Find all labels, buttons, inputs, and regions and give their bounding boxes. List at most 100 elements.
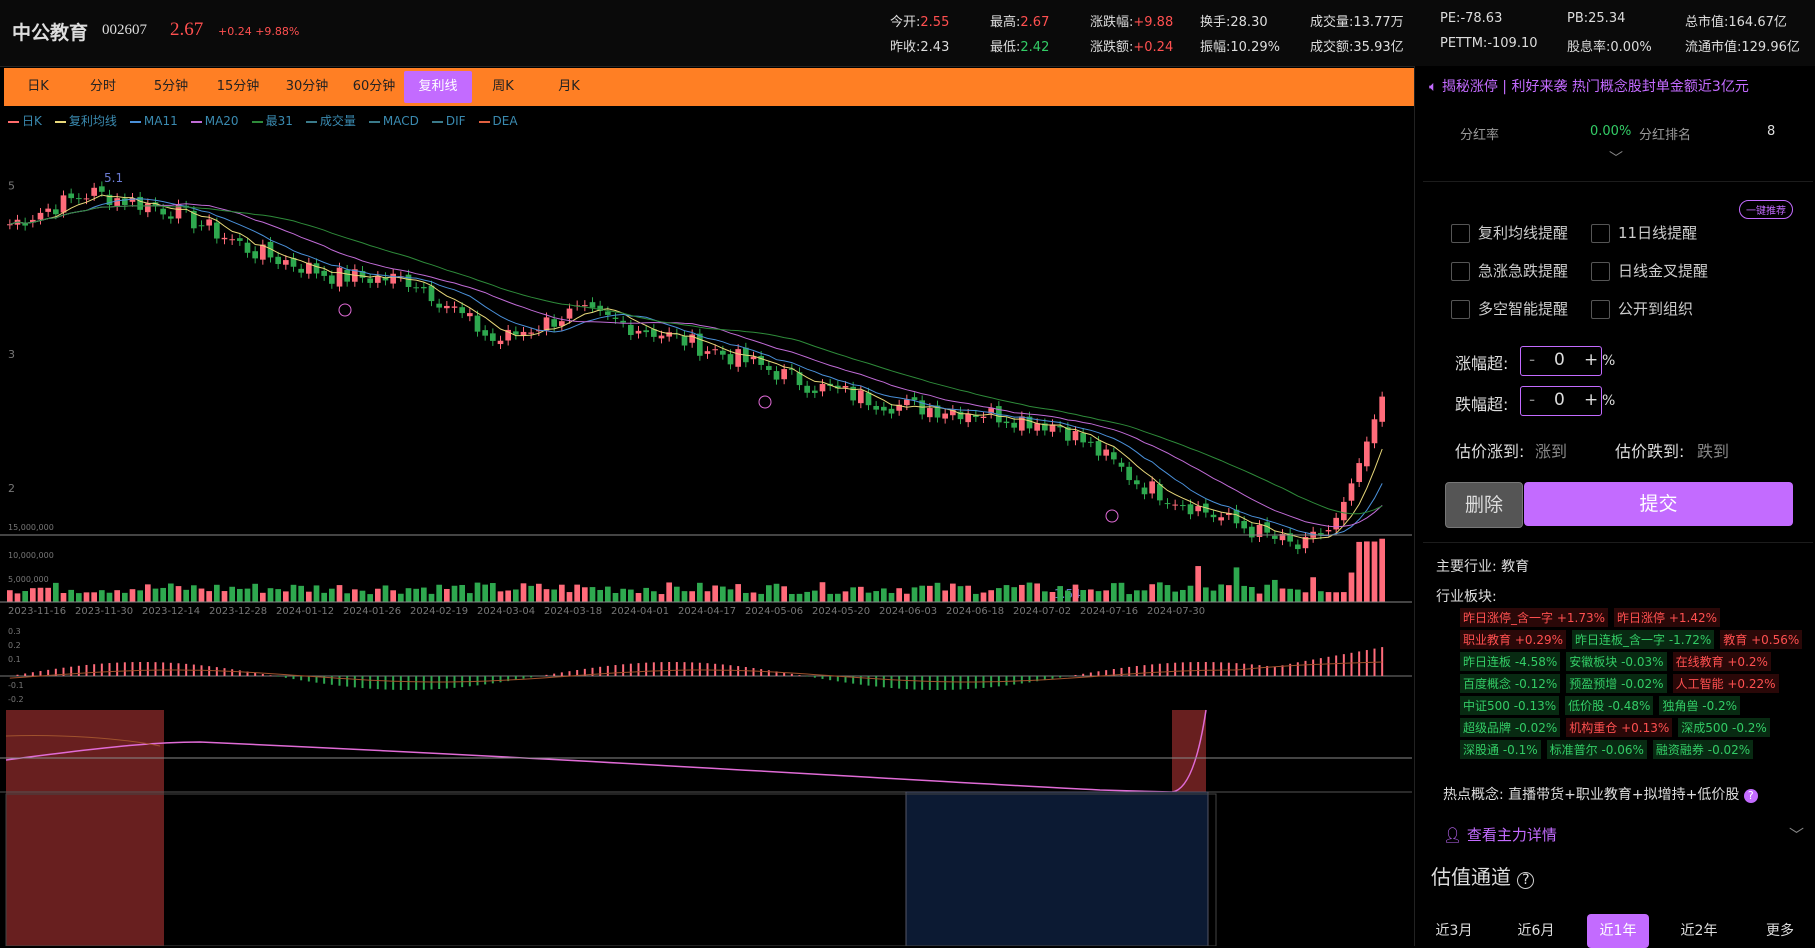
chevron-down-icon[interactable]: ﹀ <box>1609 148 1623 168</box>
plus-icon[interactable]: + <box>1584 390 1598 410</box>
delete-button[interactable]: 删除 <box>1445 482 1523 528</box>
legend-item[interactable]: 成交量 <box>305 112 356 129</box>
sector-chip[interactable]: 昨日连板_含一字 -1.72% <box>1572 630 1715 649</box>
sector-chip[interactable]: 超级品牌 -0.02% <box>1460 718 1561 737</box>
chevron-down-icon[interactable]: ﹀ <box>1789 824 1804 845</box>
sector-chip[interactable]: 昨日涨停 +1.42% <box>1614 608 1720 627</box>
sector-chip[interactable]: 预盈预增 -0.02% <box>1566 674 1667 693</box>
candle-body <box>858 390 864 404</box>
fall-over-stepper[interactable]: - 0 + <box>1520 386 1602 416</box>
period-4[interactable]: 更多 <box>1749 914 1811 948</box>
tab-3[interactable]: 15分钟 <box>206 68 270 106</box>
submit-button[interactable]: 提交 <box>1524 482 1793 526</box>
sector-chip[interactable]: 安徽板块 -0.03% <box>1566 652 1667 671</box>
volume-bar <box>137 590 143 602</box>
tab-4[interactable]: 30分钟 <box>276 68 338 106</box>
volume-bar <box>819 582 826 602</box>
sector-chip[interactable]: 在线教育 +0.2% <box>1672 652 1771 671</box>
main-force-link[interactable]: 👤︎ 查看主力详情 <box>1443 824 1557 845</box>
tab-2[interactable]: 5分钟 <box>142 68 200 106</box>
sector-chip[interactable]: 人工智能 +0.22% <box>1672 674 1779 693</box>
tab-6[interactable]: 复利线 <box>404 71 472 103</box>
volume-bar <box>175 586 182 602</box>
macd-tick-label: 0.1 <box>8 655 21 664</box>
volume-bar <box>781 586 787 602</box>
tab-8[interactable]: 月K <box>540 68 598 106</box>
news-notice[interactable]: 🔈︎ 揭秘涨停 | 利好来袭 热门概念股封单金额近3亿元 <box>1429 76 1749 96</box>
metric-label: 涨跌额: <box>1090 40 1134 55</box>
sector-chip[interactable]: 昨日涨停_含一字 +1.73% <box>1460 608 1608 627</box>
candle-body <box>206 219 212 226</box>
legend-item[interactable]: MA20 <box>190 114 239 128</box>
legend-item[interactable]: DIF <box>431 114 466 128</box>
signal-marker <box>1105 509 1119 523</box>
sector-chip[interactable]: 教育 +0.56% <box>1720 630 1803 649</box>
period-tabbar: 日K 分时 5分钟 15分钟 30分钟 60分钟 复利线 周K 月K <box>4 68 1414 106</box>
volume-bar <box>1333 592 1339 602</box>
sector-chip[interactable]: 深股通 -0.1% <box>1460 740 1541 759</box>
legend-item[interactable]: 复利均线 <box>54 112 117 129</box>
candle-body <box>612 317 619 319</box>
sector-chip[interactable]: 深成500 -0.2% <box>1678 718 1770 737</box>
kline-chart[interactable]: 5325.11.5415,000,00010,000,0005,000,0002… <box>0 130 1412 946</box>
help-icon[interactable]: ? <box>1517 872 1535 889</box>
candle-body <box>1333 517 1339 530</box>
legend-swatch <box>251 120 263 123</box>
checkbox-smart-alert[interactable]: 多空智能提醒 <box>1451 298 1568 319</box>
metric-value: 2.67 <box>1020 15 1050 30</box>
est-fall-input[interactable]: 跌到 <box>1697 438 1729 462</box>
period-3[interactable]: 近2年 <box>1668 914 1730 948</box>
tab-5[interactable]: 60分钟 <box>344 68 404 106</box>
sector-chip[interactable]: 职业教育 +0.29% <box>1460 630 1566 649</box>
checkbox-ma11[interactable]: 11日线提醒 <box>1591 222 1697 243</box>
chart-legend: 日K 复利均线 MA11 MA20 最31 成交量 MACD DIF DEA <box>8 112 531 128</box>
est-rise-input[interactable]: 涨到 <box>1535 438 1567 462</box>
sector-chip[interactable]: 昨日连板 -4.58% <box>1460 652 1561 671</box>
rise-over-stepper[interactable]: - 0 + <box>1520 346 1602 376</box>
period-0[interactable]: 近3月 <box>1423 914 1485 948</box>
checkbox-surge-plunge[interactable]: 急涨急跌提醒 <box>1451 260 1568 281</box>
tab-0[interactable]: 日K <box>10 68 66 106</box>
candle-body <box>781 369 787 380</box>
sector-chip[interactable]: 机构重仓 +0.13% <box>1566 718 1673 737</box>
volume-bar <box>1356 541 1362 602</box>
volume-bar <box>766 585 772 602</box>
legend-item[interactable]: 最31 <box>251 112 293 129</box>
tab-7[interactable]: 周K <box>474 68 532 106</box>
metric-item: 换手:28.30 <box>1200 11 1268 30</box>
checkbox-golden-cross[interactable]: 日线金叉提醒 <box>1591 260 1708 281</box>
notice-text: 揭秘涨停 | 利好来袭 热门概念股封单金额近3亿元 <box>1441 79 1749 95</box>
period-1[interactable]: 近6月 <box>1505 914 1567 948</box>
volume-bar <box>467 593 473 602</box>
one-click-recommend-button[interactable]: 一键推荐 <box>1739 200 1793 219</box>
date-tick-label: 2024-03-18 <box>544 606 602 617</box>
sector-chip[interactable]: 低价股 -0.48% <box>1565 696 1654 715</box>
metric-item: PB:25.34 <box>1567 11 1625 26</box>
minus-icon[interactable]: - <box>1529 390 1535 410</box>
legend-item[interactable]: DEA <box>478 114 518 128</box>
sector-chip[interactable]: 中证500 -0.13% <box>1460 696 1560 715</box>
metric-label: PETTM: <box>1440 36 1488 51</box>
volume-bar <box>812 590 818 602</box>
period-2[interactable]: 近1年 <box>1587 914 1649 948</box>
candle-body <box>589 302 596 308</box>
plus-icon[interactable]: + <box>1584 350 1598 370</box>
legend-item[interactable]: MACD <box>368 114 419 128</box>
tab-1[interactable]: 分时 <box>74 68 132 106</box>
candle-body <box>528 332 534 334</box>
help-icon[interactable]: ? <box>1743 789 1758 803</box>
sector-chip[interactable]: 标准普尔 -0.06% <box>1546 740 1647 759</box>
sector-chip[interactable]: 独角兽 -0.2% <box>1659 696 1741 715</box>
sector-chip[interactable]: 融资融券 -0.02% <box>1652 740 1754 759</box>
volume-bar <box>344 593 350 602</box>
legend-item[interactable]: 日K <box>8 112 42 129</box>
sector-chip[interactable]: 百度概念 -0.12% <box>1460 674 1561 693</box>
checkbox-publish-org[interactable]: 公开到组织 <box>1591 298 1693 319</box>
candle-body <box>229 239 235 241</box>
volume-bar <box>1364 541 1370 602</box>
checkbox-compound-ma[interactable]: 复利均线提醒 <box>1451 222 1568 243</box>
minus-icon[interactable]: - <box>1529 350 1535 370</box>
legend-label: 复利均线 <box>68 114 117 128</box>
candle-body <box>1172 504 1178 506</box>
legend-item[interactable]: MA11 <box>129 114 178 128</box>
